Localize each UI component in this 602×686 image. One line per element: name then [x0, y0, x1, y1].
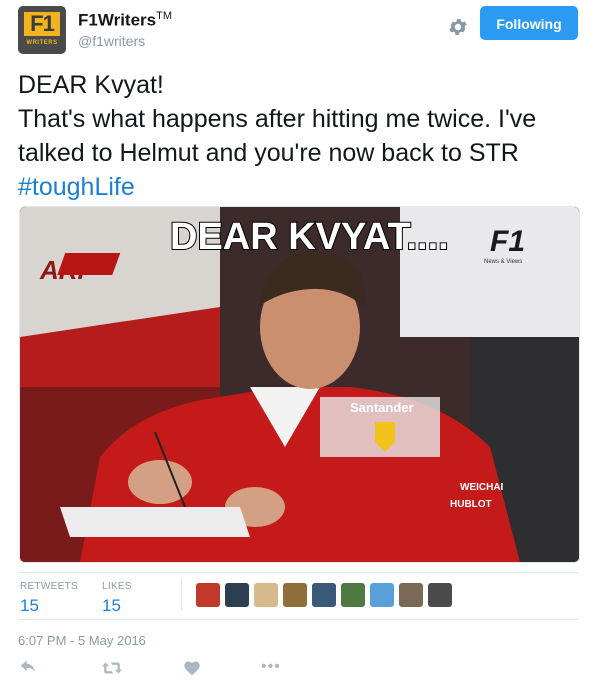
user-name-text[interactable]: F1Writers: [78, 11, 156, 30]
avatar[interactable]: F1 WRITERS: [18, 6, 66, 54]
liker-avatar[interactable]: [283, 583, 307, 607]
stats-divider: [181, 579, 182, 611]
likes-label: LIKES: [102, 581, 132, 592]
tweet-timestamp[interactable]: 6:07 PM - 5 May 2016: [18, 633, 146, 648]
avatar-logo: F1: [24, 12, 60, 36]
liker-avatar[interactable]: [196, 583, 220, 607]
sponsor-text: Santander: [350, 400, 414, 415]
user-handle[interactable]: @f1writers: [78, 33, 145, 49]
trademark: TM: [156, 10, 172, 22]
more-icon[interactable]: •••: [261, 658, 281, 676]
retweets-count[interactable]: 15: [20, 596, 78, 616]
user-name[interactable]: F1WritersTM: [78, 10, 172, 31]
liker-avatar[interactable]: [370, 583, 394, 607]
tweet-line: DEAR Kvyat!: [18, 71, 164, 99]
retweets-stat[interactable]: RETWEETS 15: [20, 581, 78, 616]
f1-logo-sub: News & Views: [484, 259, 522, 265]
liker-avatar[interactable]: [428, 583, 452, 607]
retweet-icon[interactable]: [101, 660, 123, 681]
tweet-stats: RETWEETS 15 LIKES 15: [18, 572, 578, 620]
tweet-header: F1 WRITERS F1WritersTM @f1writers Follow…: [18, 6, 580, 54]
like-icon[interactable]: [183, 660, 201, 681]
meme-photo: ARI F1 News & Views DEAR KVYAT.... Santa…: [20, 207, 579, 562]
liker-avatar[interactable]: [341, 583, 365, 607]
hashtag-link[interactable]: #toughLife: [18, 170, 584, 204]
liker-avatar[interactable]: [399, 583, 423, 607]
liker-avatar[interactable]: [225, 583, 249, 607]
f1-logo: F1: [490, 225, 525, 258]
tweet-line: talked to Helmut and you're now back to …: [18, 139, 519, 167]
sponsor-text: WEICHAI: [460, 482, 504, 493]
likes-stat[interactable]: LIKES 15: [102, 581, 132, 616]
tweet-media-image[interactable]: ARI F1 News & Views DEAR KVYAT.... Santa…: [19, 206, 580, 563]
tweet-actions: •••: [18, 658, 578, 686]
retweets-label: RETWEETS: [20, 581, 78, 592]
tweet-line: That's what happens after hitting me twi…: [18, 105, 537, 133]
sponsor-text: HUBLOT: [450, 499, 492, 510]
reply-icon[interactable]: [20, 660, 38, 681]
avatar-subtext: WRITERS: [26, 40, 58, 46]
tweet-text: DEAR Kvyat! That's what happens after hi…: [18, 68, 584, 204]
gear-icon[interactable]: [447, 16, 469, 38]
following-button[interactable]: Following: [480, 6, 578, 40]
liker-avatar[interactable]: [254, 583, 278, 607]
likes-count[interactable]: 15: [102, 596, 132, 616]
liker-avatar[interactable]: [312, 583, 336, 607]
